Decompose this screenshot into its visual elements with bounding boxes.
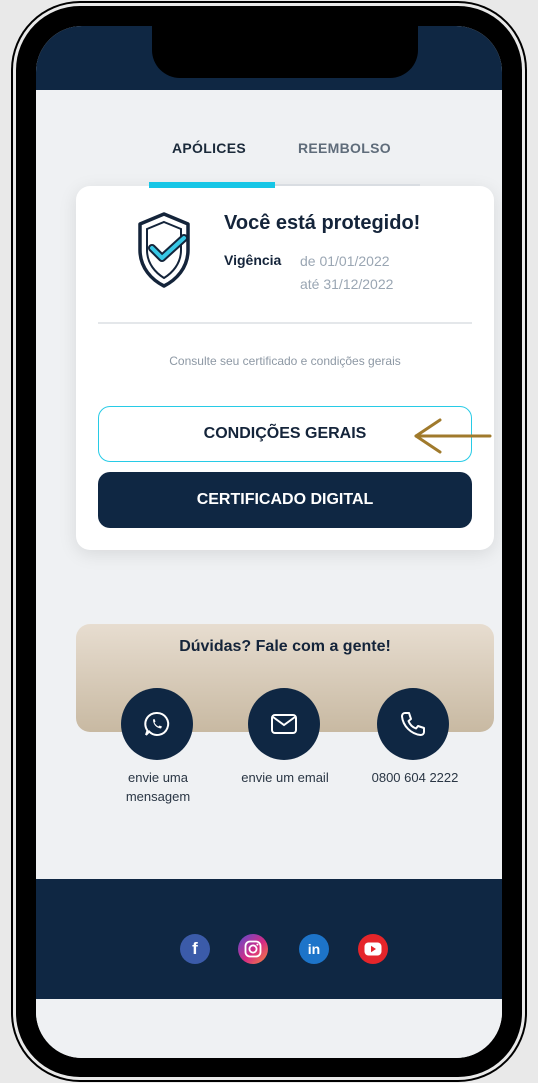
policy-card: Você está protegido! Vigência de 01/01/2… <box>76 186 494 550</box>
instagram-icon[interactable] <box>238 934 268 964</box>
contact-label-phone: 0800 604 2222 <box>371 770 459 785</box>
tab-refund[interactable]: REEMBOLSO <box>298 140 391 156</box>
contact-label-message: envie uma mensagem <box>102 768 214 806</box>
validity-label: Vigência <box>224 252 282 268</box>
validity-to: até 31/12/2022 <box>300 276 394 292</box>
youtube-glyph-icon <box>364 942 382 956</box>
tab-policies[interactable]: APÓLICES <box>172 140 246 156</box>
linkedin-icon[interactable]: in <box>299 934 329 964</box>
email-icon <box>271 714 297 734</box>
email-button[interactable] <box>248 688 320 760</box>
contact-label-message-line1: envie uma <box>128 770 188 785</box>
contact-label-email: envie um email <box>241 770 329 785</box>
whatsapp-icon <box>144 711 170 736</box>
card-hint: Consulte seu certificado e condições ger… <box>169 354 401 368</box>
card-title: Você está protegido! <box>224 212 421 234</box>
phone-screen: APÓLICES REEMBOLSO Você está protegido! … <box>36 26 502 1058</box>
footer <box>36 879 502 999</box>
whatsapp-button[interactable] <box>121 688 193 760</box>
validity-from: de 01/01/2022 <box>300 253 390 269</box>
bottom-area <box>36 999 502 1058</box>
shield-check-icon <box>138 212 190 288</box>
divider <box>98 322 472 324</box>
tab-underline-active <box>149 182 275 188</box>
phone-button[interactable] <box>377 688 449 760</box>
contact-label-message-line2: mensagem <box>125 789 191 804</box>
digital-certificate-button[interactable]: CERTIFICADO DIGITAL <box>98 472 472 528</box>
phone-icon <box>401 712 425 736</box>
youtube-icon[interactable] <box>358 934 388 964</box>
phone-notch <box>152 26 418 78</box>
instagram-glyph-icon <box>244 940 262 958</box>
facebook-icon[interactable]: f <box>180 934 210 964</box>
left-arrow-icon <box>414 418 492 454</box>
help-title: Dúvidas? Fale com a gente! <box>179 638 391 655</box>
